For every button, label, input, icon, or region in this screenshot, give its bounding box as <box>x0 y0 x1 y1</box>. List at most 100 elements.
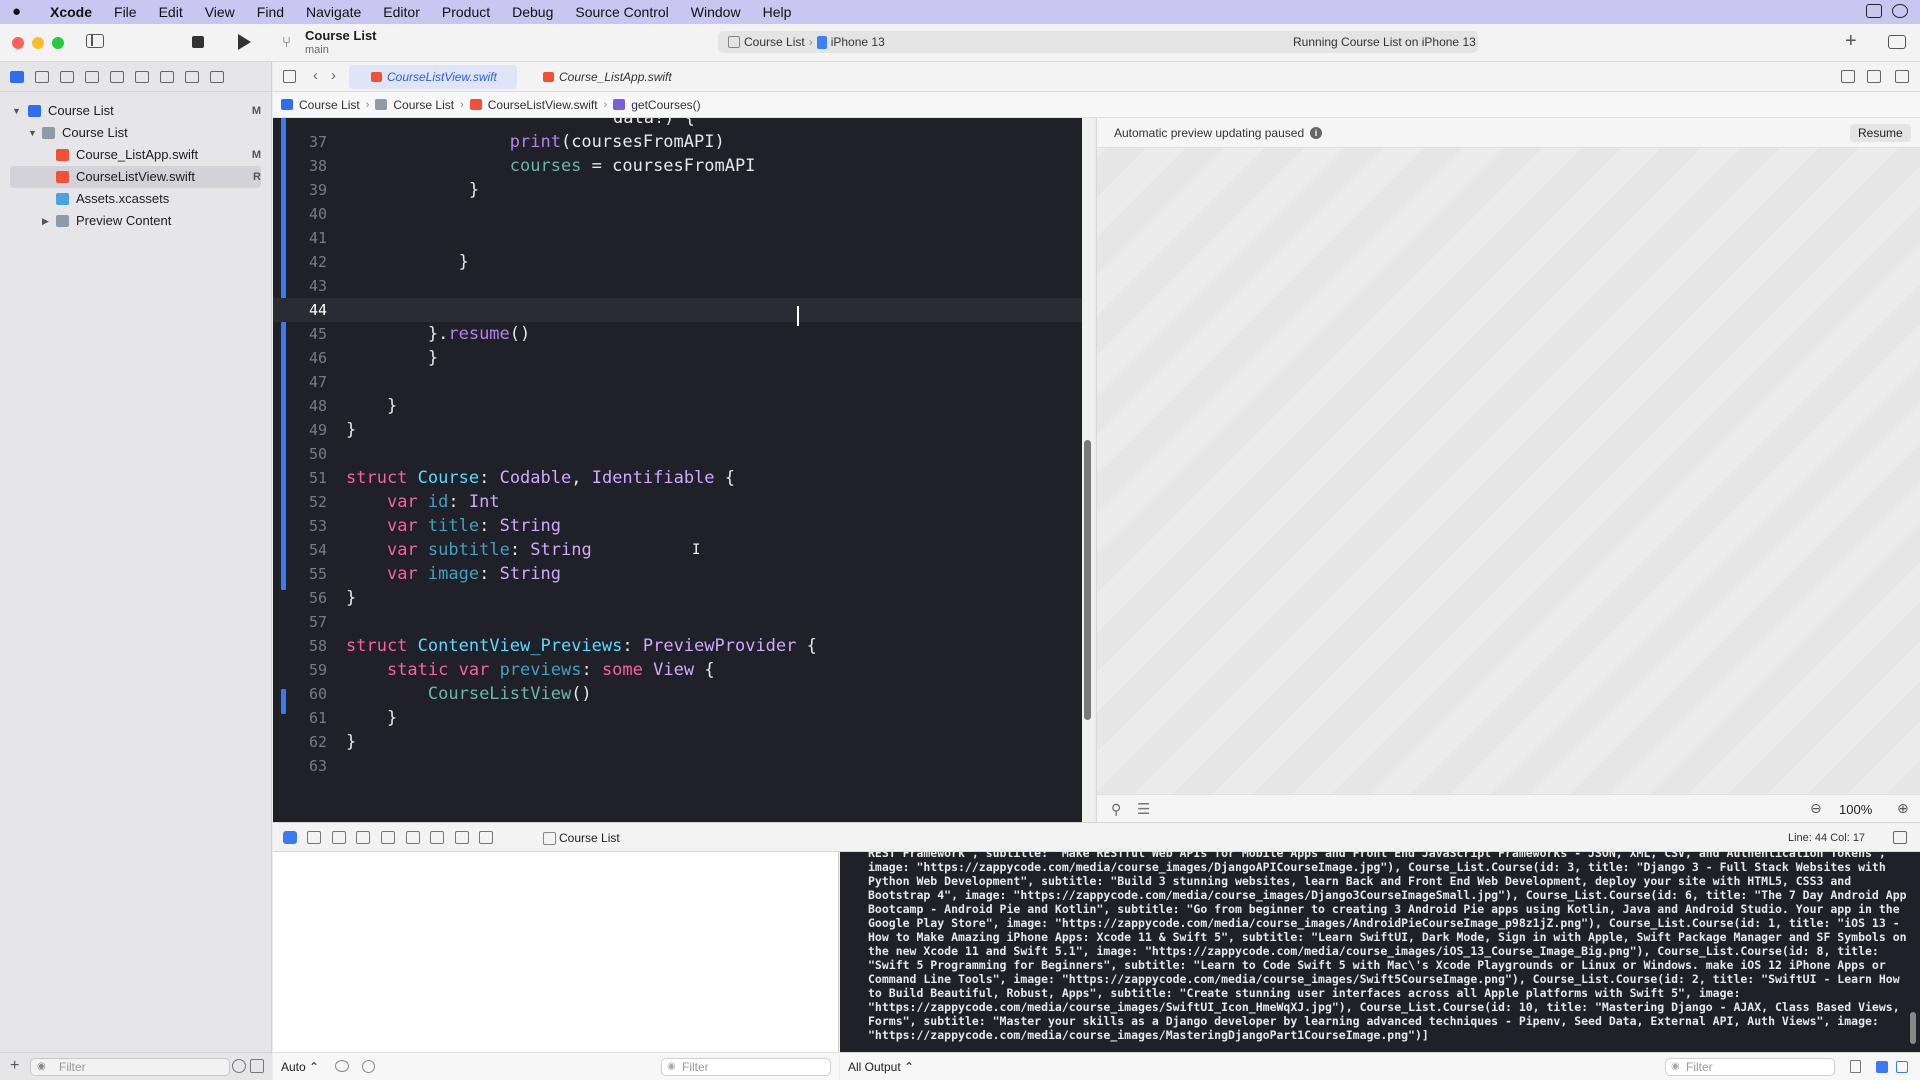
tab-course-listapp[interactable]: Course_ListApp.swift <box>521 65 692 89</box>
console-output-select[interactable]: All Output ⌃ <box>848 1060 914 1074</box>
variables-view[interactable]: Auto ⌃ Filter <box>273 852 839 1080</box>
disclosure-down-icon[interactable]: ▼ <box>12 100 21 122</box>
test-icon[interactable] <box>135 70 149 83</box>
inspector-toggle-icon[interactable] <box>1888 35 1906 49</box>
tree-item-project[interactable]: ▼ Course List M <box>0 100 271 122</box>
editor-options-icon[interactable] <box>1867 70 1881 83</box>
show-console-icon[interactable] <box>1896 1061 1908 1073</box>
resume-button[interactable]: Resume <box>1850 124 1911 142</box>
tree-item-assets[interactable]: Assets.xcassets <box>0 188 271 210</box>
source-editor[interactable]: data!) { 37 print(coursesFromAPI) 38 cou… <box>273 118 1082 822</box>
project-title[interactable]: Course List <box>305 28 377 43</box>
menu-find[interactable]: Find <box>257 4 284 20</box>
menu-debug[interactable]: Debug <box>512 4 553 20</box>
view-hierarchy-icon[interactable] <box>406 831 420 844</box>
stop-button[interactable] <box>192 36 204 48</box>
scm-filter-icon[interactable] <box>250 1059 264 1073</box>
tree-item-view-file[interactable]: CourseListView.swift R <box>10 166 261 188</box>
tab-courselistview[interactable]: CourseListView.swift <box>349 65 517 89</box>
clock-icon[interactable] <box>1892 4 1908 18</box>
location-icon[interactable] <box>479 831 493 844</box>
jump-file[interactable]: CourseListView.swift <box>488 98 598 112</box>
jump-symbol[interactable]: getCourses() <box>631 98 700 112</box>
menu-file[interactable]: File <box>114 4 137 20</box>
memory-graph-icon[interactable] <box>430 831 444 844</box>
tree-item-preview-content[interactable]: ▶ Preview Content <box>0 210 271 232</box>
jump-project[interactable]: Course List <box>299 98 360 112</box>
library-plus-icon[interactable]: + <box>1845 30 1857 53</box>
list-icon[interactable]: ☰ <box>1137 800 1150 818</box>
step-out-icon[interactable] <box>381 831 395 844</box>
report-icon[interactable] <box>210 70 224 83</box>
debug-icon[interactable] <box>160 70 174 83</box>
disclosure-right-icon[interactable]: ▶ <box>42 210 49 232</box>
menu-edit[interactable]: Edit <box>159 4 183 20</box>
eye-icon[interactable] <box>335 1060 349 1072</box>
tree-item-app-file[interactable]: Course_ListApp.swift M <box>0 144 271 166</box>
info-icon[interactable] <box>362 1060 375 1073</box>
status-badge: R <box>253 171 261 183</box>
hide-debug-area-icon[interactable] <box>283 831 297 844</box>
recent-filter-icon[interactable] <box>232 1059 246 1073</box>
forward-icon[interactable]: › <box>331 67 336 84</box>
menu-window[interactable]: Window <box>691 4 741 20</box>
split-editor-icon[interactable] <box>1895 70 1909 83</box>
environment-overrides-icon[interactable] <box>455 831 469 844</box>
menu-view[interactable]: View <box>205 4 235 20</box>
info-icon[interactable]: i <box>1310 127 1322 139</box>
variables-scope-select[interactable]: Auto ⌃ <box>281 1060 319 1074</box>
breakpoint-icon[interactable] <box>185 70 199 83</box>
close-window-button[interactable] <box>12 37 24 49</box>
step-into-icon[interactable] <box>356 831 370 844</box>
debug-target[interactable]: Course List <box>543 831 620 845</box>
scheme-selector[interactable]: Course List › iPhone 13 <box>728 35 885 49</box>
variables-filter-input[interactable]: Filter <box>661 1058 831 1076</box>
navigator-filter-input[interactable]: Filter <box>30 1058 230 1076</box>
menu-source-control[interactable]: Source Control <box>575 4 668 20</box>
folder-icon[interactable] <box>10 70 24 83</box>
console-output: REST Framework", subtitle: "Make RESTful… <box>868 846 1907 1042</box>
tree-item-folder[interactable]: ▼ Course List <box>0 122 271 144</box>
minimize-window-button[interactable] <box>32 37 44 49</box>
code-review-icon[interactable] <box>1841 70 1855 83</box>
code-line: 39 } <box>308 180 480 200</box>
run-button[interactable] <box>238 34 251 50</box>
disclosure-down-icon[interactable]: ▼ <box>28 122 37 144</box>
editor-scrollbar-thumb[interactable] <box>1084 440 1091 720</box>
run-status: Running Course List on iPhone 13 <box>1293 35 1476 49</box>
show-variables-icon[interactable] <box>1876 1061 1888 1073</box>
zoom-out-icon[interactable]: ⊖ <box>1810 800 1822 817</box>
folder-icon <box>375 99 388 110</box>
menu-editor[interactable]: Editor <box>383 4 420 20</box>
source-control-icon[interactable] <box>35 70 49 83</box>
step-over-icon[interactable] <box>332 831 346 844</box>
folder-icon <box>42 127 55 139</box>
warning-icon[interactable] <box>110 70 124 83</box>
menu-navigate[interactable]: Navigate <box>306 4 361 20</box>
preview-canvas[interactable]: Automatic preview updating paused i Resu… <box>1096 118 1920 822</box>
back-icon[interactable]: ‹ <box>313 67 318 84</box>
related-items-icon[interactable] <box>283 70 296 83</box>
console-view[interactable]: REST Framework", subtitle: "Make RESTful… <box>840 846 1920 1080</box>
search-icon[interactable] <box>85 70 99 83</box>
symbol-icon[interactable] <box>60 70 74 83</box>
zoom-level-select[interactable]: 100% <box>1839 802 1872 817</box>
console-scrollbar[interactable] <box>1910 1012 1916 1044</box>
pin-icon[interactable]: ⚲ <box>1111 801 1121 818</box>
tab-label: Course_ListApp.swift <box>559 70 672 84</box>
console-filter-input[interactable]: Filter <box>1665 1058 1835 1076</box>
add-icon[interactable]: + <box>10 1057 19 1075</box>
menu-product[interactable]: Product <box>442 4 490 20</box>
jump-folder[interactable]: Course List <box>393 98 454 112</box>
toggle-console-icon[interactable] <box>1893 831 1907 844</box>
control-center-icon[interactable] <box>1866 4 1882 18</box>
pause-icon[interactable] <box>307 831 321 844</box>
iphone-icon <box>816 35 827 49</box>
menu-app[interactable]: Xcode <box>50 4 92 20</box>
apple-logo-icon[interactable]: ● <box>12 4 28 20</box>
sidebar-toggle-icon[interactable] <box>86 34 104 48</box>
zoom-window-button[interactable] <box>52 37 64 49</box>
menu-help[interactable]: Help <box>763 4 792 20</box>
zoom-in-icon[interactable]: ⊕ <box>1897 800 1909 817</box>
trash-icon[interactable] <box>1850 1060 1861 1073</box>
